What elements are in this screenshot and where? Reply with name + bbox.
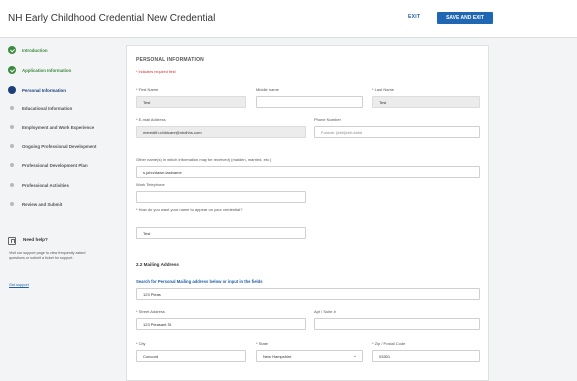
city-field[interactable]: Concord <box>136 350 246 362</box>
help-icon <box>8 237 16 245</box>
pending-step-icon <box>10 144 14 148</box>
sidebar-item-application-information[interactable]: Application Information <box>8 64 71 76</box>
pending-step-icon <box>10 202 14 206</box>
sidebar-item-ongoing-development[interactable]: Ongoing Professional Development <box>8 140 96 152</box>
pending-step-icon <box>10 106 14 110</box>
top-bar: NH Early Childhood Credential New Creden… <box>0 0 577 38</box>
middle-name-label: Middle name <box>256 87 279 92</box>
credential-name-label: * How do you want your name to appear on… <box>136 207 243 212</box>
mailing-address-title: 2.2 Mailing Address <box>136 262 179 267</box>
help-text: Visit our support page to view frequentl… <box>9 251 86 261</box>
sidebar-item-personal-information[interactable]: Personal Information <box>8 84 66 96</box>
first-name-value: Test <box>143 100 151 105</box>
first-name-label: * First Name <box>136 87 159 92</box>
middle-name-field[interactable] <box>256 96 363 108</box>
state-select[interactable]: New Hampshire ⌄ <box>256 350 363 362</box>
address-search-input[interactable]: 123 Pleas <box>136 288 480 300</box>
sidebar-item-review-submit[interactable]: Review and Submit <box>8 198 62 210</box>
page-title: NH Early Childhood Credential New Creden… <box>8 13 216 24</box>
email-field[interactable]: meredith.childcare@nhdhhs.com <box>136 126 306 138</box>
zip-label: * Zip / Postal Code <box>372 341 406 346</box>
sidebar-item-label: Professional Activities <box>22 182 69 188</box>
last-name-field[interactable]: Test <box>372 96 480 108</box>
address-search-label: Search for Personal Mailing address belo… <box>136 279 263 284</box>
credential-name-value: Test <box>143 231 151 236</box>
sidebar-item-professional-activities[interactable]: Professional Activities <box>8 179 69 191</box>
first-name-field[interactable]: Test <box>136 96 246 108</box>
state-value: New Hampshire <box>263 354 292 359</box>
zip-field[interactable]: 03301 <box>372 350 480 362</box>
sidebar-item-label: Educational Information <box>22 105 73 111</box>
email-value: meredith.childcare@nhdhhs.com <box>143 130 202 135</box>
last-name-value: Test <box>379 100 387 105</box>
work-phone-label: Work Telephone <box>136 182 165 187</box>
phone-field[interactable]: Format: (###)###-#### <box>314 126 480 138</box>
address-search-value: 123 Pleas <box>143 292 161 297</box>
sidebar-item-employment[interactable]: Employment and Work Experience <box>8 121 94 133</box>
last-name-label: * Last Name <box>372 87 395 92</box>
sidebar-item-label: Application Information <box>22 67 72 73</box>
section-title: PERSONAL INFORMATION <box>136 57 204 63</box>
check-icon <box>8 46 16 54</box>
sidebar-item-introduction[interactable]: Introduction <box>8 44 48 56</box>
exit-button[interactable]: EXIT <box>408 14 420 20</box>
zip-value: 03301 <box>379 354 391 359</box>
apt-label: Apt / Suite # <box>314 309 336 314</box>
sidebar-item-development-plan[interactable]: Professional Development Plan <box>8 159 88 171</box>
state-label: * State <box>256 341 269 346</box>
sidebar-item-label: Employment and Work Experience <box>22 124 95 130</box>
sidebar-item-label: Introduction <box>22 47 48 53</box>
check-icon <box>8 66 16 74</box>
street-label: * Street Address <box>136 309 165 314</box>
other-names-value: s.john/dawn.lastname <box>143 170 182 175</box>
help-title: Need help? <box>23 237 48 242</box>
phone-placeholder: Format: (###)###-#### <box>321 130 363 135</box>
current-step-icon <box>8 86 16 94</box>
pending-step-icon <box>10 163 14 167</box>
sidebar-item-educational-information[interactable]: Educational Information <box>8 102 72 114</box>
save-and-exit-button[interactable]: SAVE AND EXIT <box>437 12 493 24</box>
email-label: * E-mail Address <box>136 117 166 122</box>
required-note: * Indicates required field <box>136 70 176 74</box>
sidebar-item-label: Ongoing Professional Development <box>22 143 97 149</box>
city-value: Concord <box>143 354 159 359</box>
other-names-label: Other name(s) in which information may b… <box>136 157 272 162</box>
get-support-link[interactable]: Get support <box>9 283 29 287</box>
phone-label: Phone Number <box>314 117 341 122</box>
credential-name-field[interactable]: Test <box>136 227 306 239</box>
work-phone-field[interactable] <box>136 191 306 203</box>
apt-field[interactable] <box>314 318 480 330</box>
pending-step-icon <box>10 125 14 129</box>
sidebar-item-label: Personal Information <box>22 87 66 93</box>
other-names-field[interactable]: s.john/dawn.lastname <box>136 166 480 178</box>
chevron-down-icon: ⌄ <box>352 353 357 359</box>
street-address-field[interactable]: 123 Pleasant St <box>136 318 306 330</box>
city-label: * City <box>136 341 146 346</box>
street-value: 123 Pleasant St <box>143 322 172 327</box>
sidebar-item-label: Review and Submit <box>22 201 63 207</box>
pending-step-icon <box>10 183 14 187</box>
sidebar-item-label: Professional Development Plan <box>22 162 88 168</box>
